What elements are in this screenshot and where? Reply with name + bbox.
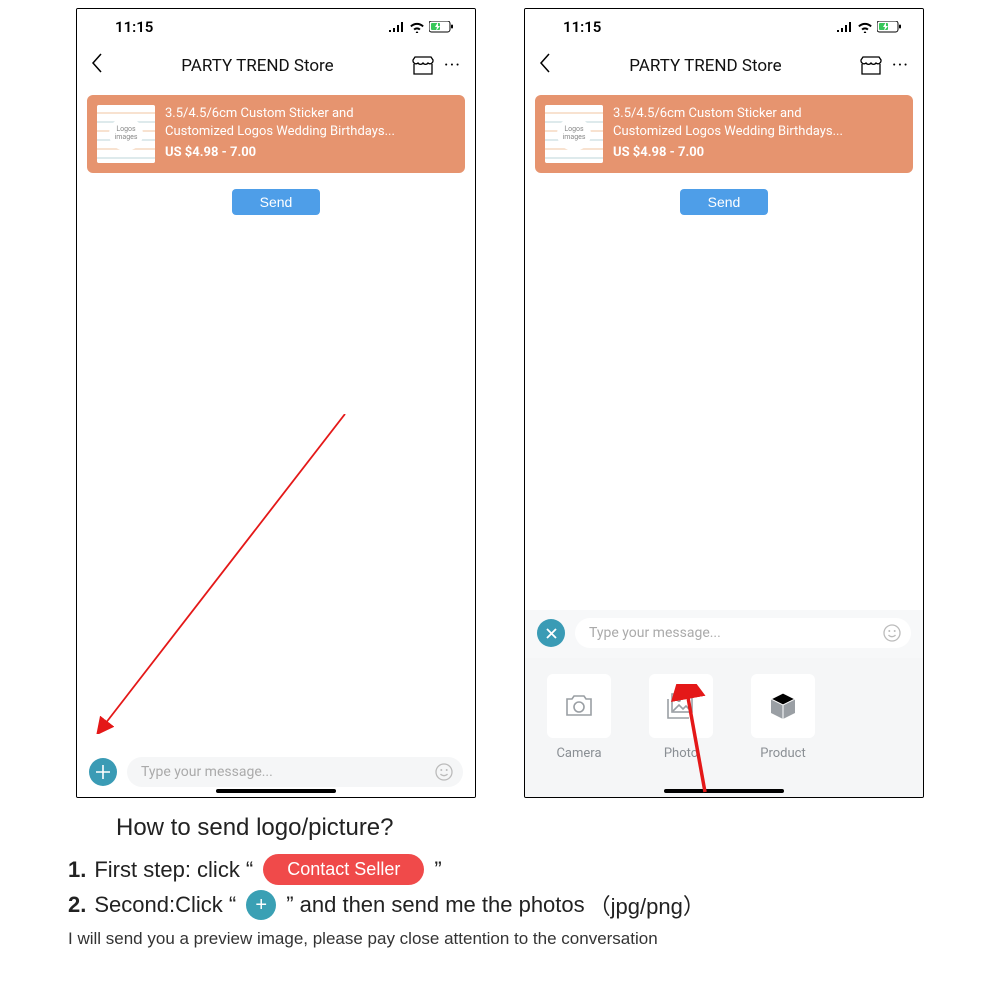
back-button[interactable]: [539, 53, 551, 79]
smile-icon: [435, 763, 453, 781]
status-indicators: [389, 21, 453, 33]
phone-screenshot-step1: 11:15 PARTY TREND Store ··· Logos images…: [76, 8, 476, 798]
status-time: 11:15: [563, 18, 601, 36]
instruction-step-1: 1. First step: click “ Contact Seller ”: [68, 852, 968, 887]
instructions: How to send logo/picture? 1. First step:…: [8, 798, 992, 949]
home-indicator: [216, 789, 336, 793]
message-placeholder: Type your message...: [141, 764, 273, 780]
step2-mid: ” and then send me the photos: [286, 892, 584, 918]
signal-icon: [837, 22, 853, 32]
more-button[interactable]: ···: [444, 57, 461, 75]
status-indicators: [837, 21, 901, 33]
status-bar: 11:15: [77, 9, 475, 45]
product-card[interactable]: Logos images 3.5/4.5/6cm Custom Sticker …: [87, 95, 465, 173]
status-bar: 11:15: [525, 9, 923, 45]
home-indicator: [664, 789, 784, 793]
instruction-step-2: 2. Second:Click “ + ” and then send me t…: [68, 887, 968, 923]
product-title-line2: Customized Logos Wedding Birthdays...: [165, 123, 395, 141]
step1-suffix: ”: [434, 857, 441, 883]
battery-icon: [877, 21, 901, 33]
product-card-container: Logos images 3.5/4.5/6cm Custom Sticker …: [77, 87, 475, 181]
nav-bar: PARTY TREND Store ···: [77, 45, 475, 87]
plus-icon: [96, 765, 110, 779]
product-thumbnail: Logos images: [97, 105, 155, 163]
product-icon: [770, 692, 796, 720]
back-button[interactable]: [91, 53, 103, 79]
store-button[interactable]: [412, 56, 434, 76]
wifi-icon: [409, 22, 425, 33]
step1-prefix: First step: click “: [94, 857, 253, 883]
attach-product-label: Product: [745, 746, 821, 761]
attachment-panel: Camera Photo Product: [525, 658, 923, 797]
message-input[interactable]: Type your message...: [127, 757, 463, 787]
attach-product[interactable]: Product: [745, 674, 821, 761]
storefront-icon: [412, 56, 434, 76]
page-title: PARTY TREND Store: [561, 56, 850, 76]
send-row: Send: [77, 181, 475, 227]
signal-icon: [389, 22, 405, 32]
step2-prefix: Second:Click “: [94, 892, 236, 918]
product-card-container: Logos images 3.5/4.5/6cm Custom Sticker …: [525, 87, 923, 181]
product-title-line2: Customized Logos Wedding Birthdays...: [613, 123, 843, 141]
emoji-button[interactable]: [435, 763, 453, 781]
attach-photo[interactable]: Photo: [643, 674, 719, 761]
product-card[interactable]: Logos images 3.5/4.5/6cm Custom Sticker …: [535, 95, 913, 173]
instructions-question: How to send logo/picture?: [68, 808, 968, 852]
inline-plus-icon: +: [246, 890, 276, 920]
smile-icon: [883, 624, 901, 642]
chevron-left-icon: [91, 53, 103, 73]
attach-plus-button[interactable]: [89, 758, 117, 786]
message-input[interactable]: Type your message...: [575, 618, 911, 648]
product-info: 3.5/4.5/6cm Custom Sticker and Customize…: [165, 105, 395, 163]
attach-close-button[interactable]: [537, 619, 565, 647]
close-icon: [546, 628, 557, 639]
page-title: PARTY TREND Store: [113, 56, 402, 76]
product-thumbnail: Logos images: [545, 105, 603, 163]
attach-camera[interactable]: Camera: [541, 674, 617, 761]
message-placeholder: Type your message...: [589, 625, 721, 641]
product-price: US $4.98 - 7.00: [165, 144, 395, 162]
status-time: 11:15: [115, 18, 153, 36]
more-button[interactable]: ···: [892, 57, 909, 75]
product-info: 3.5/4.5/6cm Custom Sticker and Customize…: [613, 105, 843, 163]
contact-seller-pill: Contact Seller: [263, 854, 424, 885]
storefront-icon: [860, 56, 882, 76]
send-button[interactable]: Send: [232, 189, 321, 215]
chevron-left-icon: [539, 53, 551, 73]
message-input-bar: Type your message...: [525, 610, 923, 658]
instructions-note: I will send you a preview image, please …: [68, 923, 968, 949]
product-price: US $4.98 - 7.00: [613, 144, 843, 162]
phone-screenshot-step2: 11:15 PARTY TREND Store ··· Logos images…: [524, 8, 924, 798]
store-button[interactable]: [860, 56, 882, 76]
battery-icon: [429, 21, 453, 33]
step2-suffix: （jpg/png）: [589, 889, 705, 921]
step-number-2: 2.: [68, 892, 86, 918]
camera-icon: [564, 694, 594, 718]
nav-bar: PARTY TREND Store ···: [525, 45, 923, 87]
attach-photo-label: Photo: [643, 746, 719, 761]
send-button[interactable]: Send: [680, 189, 769, 215]
chat-body: [525, 227, 923, 610]
step-number-1: 1.: [68, 857, 86, 883]
photo-icon: [667, 693, 695, 719]
chat-body: [77, 227, 475, 749]
wifi-icon: [857, 22, 873, 33]
send-row: Send: [525, 181, 923, 227]
emoji-button[interactable]: [883, 624, 901, 642]
product-title-line1: 3.5/4.5/6cm Custom Sticker and: [165, 105, 395, 123]
attach-camera-label: Camera: [541, 746, 617, 761]
product-title-line1: 3.5/4.5/6cm Custom Sticker and: [613, 105, 843, 123]
